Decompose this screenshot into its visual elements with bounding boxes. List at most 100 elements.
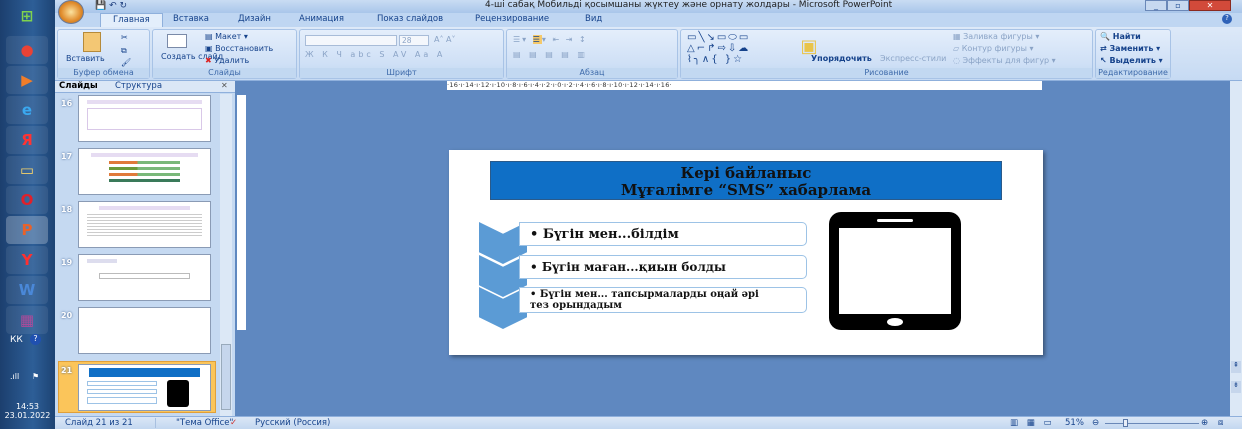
close-pane-icon[interactable]: ✕ — [221, 81, 228, 90]
slide-counter: Слайд 21 из 21 — [65, 418, 133, 428]
layout-label: Макет — [215, 32, 242, 41]
undo-icon[interactable]: ↶ — [109, 1, 117, 11]
theme-name[interactable]: "Тема Office" — [155, 418, 233, 428]
shape-effects-button[interactable]: ◌ Эффекты для фигур ▾ — [953, 56, 1056, 65]
replace-button[interactable]: ⇄ Заменить ▾ — [1100, 44, 1160, 53]
redo-icon[interactable]: ↻ — [120, 1, 128, 11]
font-format-buttons[interactable]: Ж К Ч abc S AV Aa A — [305, 50, 445, 59]
workspace-scrollbar[interactable]: ⇞ ⇟ — [1230, 81, 1242, 416]
language-indicator[interactable]: КК — [10, 335, 23, 345]
taskbar-media-player[interactable]: ▶ — [6, 66, 48, 94]
taskbar-yandex-browser[interactable]: Я — [6, 126, 48, 154]
slide-thumbnail-20[interactable] — [78, 307, 211, 354]
opera-icon: O — [20, 191, 34, 209]
group-label: Слайды — [153, 68, 296, 78]
minimize-button[interactable]: _ — [1145, 0, 1167, 11]
network-icon[interactable]: .ıll — [10, 372, 19, 381]
zoom-slider[interactable] — [1105, 423, 1199, 424]
folder-icon: ▭ — [19, 161, 35, 179]
slide-thumbnail-21[interactable] — [78, 364, 211, 411]
list-item[interactable]: • Бүгін мен...білдім — [519, 222, 807, 246]
flag-icon[interactable]: ⚑ — [32, 372, 39, 381]
tab-review[interactable]: Рецензирование — [475, 14, 549, 24]
arrange-button[interactable]: Упорядочить — [811, 54, 872, 63]
taskbar-opera[interactable]: O — [6, 186, 48, 214]
spellcheck-icon[interactable]: ✓ — [230, 418, 237, 428]
maximize-button[interactable]: ▫ — [1167, 0, 1189, 11]
align-buttons[interactable]: ▤ ▤ ▤ ▤ ▥ — [513, 50, 588, 59]
zoom-out-button[interactable]: ⊖ — [1092, 418, 1099, 428]
slide-thumbnail-18[interactable] — [78, 201, 211, 248]
yandex-icon: Я — [21, 131, 33, 149]
slides-pane-scrollbar[interactable] — [220, 94, 232, 416]
shapes-gallery[interactable]: ▭╲↘▭⬭▭ △⌐↱⇨⇩☁ ⌇╮∧{ }☆ — [687, 32, 750, 65]
phone-speaker — [877, 219, 913, 222]
delete-button[interactable]: ✖ Удалить — [205, 56, 249, 65]
scrollbar-thumb[interactable] — [221, 344, 231, 410]
view-buttons[interactable]: ▥ ▦ ▭ — [1010, 418, 1055, 428]
slide-title[interactable]: Кері байланыс Мұғалімге “SMS” хабарлама — [490, 161, 1002, 200]
zoom-slider-thumb[interactable] — [1123, 419, 1129, 427]
taskbar-yandex[interactable]: Y — [6, 246, 48, 274]
shape-outline-button[interactable]: ▱ Контур фигуры ▾ — [953, 44, 1033, 53]
reset-button[interactable]: ▣ Восстановить — [205, 44, 273, 53]
new-slide-icon[interactable] — [167, 34, 187, 48]
taskbar-word[interactable]: W — [6, 276, 48, 304]
select-button[interactable]: ↖ Выделить ▾ — [1100, 56, 1163, 65]
cut-icon[interactable]: ✂ — [121, 33, 128, 42]
next-slide-button[interactable]: ⇟ — [1231, 381, 1241, 393]
group-editing: 🔍 Найти ⇄ Заменить ▾ ↖ Выделить ▾ Редакт… — [1095, 29, 1171, 79]
tab-design[interactable]: Дизайн — [238, 14, 271, 24]
format-painter-icon[interactable]: 🖌 — [121, 58, 131, 67]
quick-styles-button[interactable]: Экспресс-стили — [880, 54, 946, 63]
close-button[interactable]: ✕ — [1189, 0, 1231, 11]
smartphone-image[interactable] — [829, 212, 961, 330]
clock-time[interactable]: 14:53 — [0, 402, 55, 411]
list-buttons[interactable]: ☰▾ ☰▾ ⇤ ⇥ ↕ — [513, 35, 588, 44]
group-label: Шрифт — [300, 68, 503, 78]
tab-slideshow[interactable]: Показ слайдов — [377, 14, 443, 24]
save-icon[interactable]: 💾 — [95, 1, 106, 11]
zoom-level[interactable]: 51% — [1065, 418, 1084, 428]
prev-slide-button[interactable]: ⇞ — [1231, 361, 1241, 373]
tab-animation[interactable]: Анимация — [299, 14, 344, 24]
slide-thumbnail-19[interactable] — [78, 254, 211, 301]
font-size-dropdown[interactable]: 28 — [399, 35, 429, 46]
taskbar-internet-explorer[interactable]: e — [6, 96, 48, 124]
copy-icon[interactable]: ⧉ — [121, 46, 127, 56]
slide-thumbnail-17[interactable] — [78, 148, 211, 195]
start-button[interactable]: ⊞ — [6, 2, 48, 30]
tab-view[interactable]: Вид — [585, 14, 602, 24]
find-button[interactable]: 🔍 Найти — [1100, 32, 1141, 41]
tab-slides[interactable]: Слайды — [59, 81, 98, 91]
zoom-in-button[interactable]: ⊕ — [1201, 418, 1208, 428]
slide-thumbnail-16[interactable] — [78, 95, 211, 142]
language-status[interactable]: Русский (Россия) — [255, 418, 330, 428]
horizontal-ruler[interactable]: ·16·ı·14·ı·12·ı·10·ı·8·ı·6·ı·4·ı·2·ı·0·ı… — [447, 81, 1042, 90]
tab-insert[interactable]: Вставка — [173, 14, 209, 24]
taskbar-chrome[interactable]: ● — [6, 36, 48, 64]
tab-home[interactable]: Главная — [100, 13, 163, 27]
clock-date[interactable]: 23.01.2022 — [0, 411, 55, 420]
list-item[interactable]: • Бүгін маған...қиын болды — [519, 255, 807, 279]
shape-effects-label: Эффекты для фигур — [962, 56, 1050, 65]
paste-button[interactable]: Вставить — [66, 54, 105, 63]
list-item[interactable]: • Бүгін мен... тапсырмаларды оңай әрі те… — [519, 287, 807, 313]
shape-fill-button[interactable]: ▦ Заливка фигуры ▾ — [953, 32, 1039, 41]
taskbar-powerpoint[interactable]: P — [6, 216, 48, 244]
delete-label: Удалить — [214, 56, 250, 65]
font-name-dropdown[interactable] — [305, 35, 397, 46]
ie-icon: e — [21, 101, 33, 119]
paste-icon[interactable] — [83, 32, 101, 52]
slide-canvas[interactable]: Кері байланыс Мұғалімге “SMS” хабарлама … — [449, 150, 1043, 355]
vertical-ruler[interactable] — [237, 95, 246, 330]
help-icon[interactable]: ? — [1222, 14, 1232, 24]
layout-button[interactable]: ▤ Макет ▾ — [205, 32, 248, 41]
fit-to-window-button[interactable]: ⧈ — [1218, 418, 1223, 428]
grow-font-icon[interactable]: A˄ A˅ — [434, 35, 456, 44]
tab-outline[interactable]: Структура — [115, 81, 162, 91]
office-button[interactable] — [58, 0, 84, 24]
taskbar-file-explorer[interactable]: ▭ — [6, 156, 48, 184]
help-icon[interactable]: ? — [30, 334, 41, 345]
taskbar-winrar[interactable]: ▦ — [6, 306, 48, 334]
